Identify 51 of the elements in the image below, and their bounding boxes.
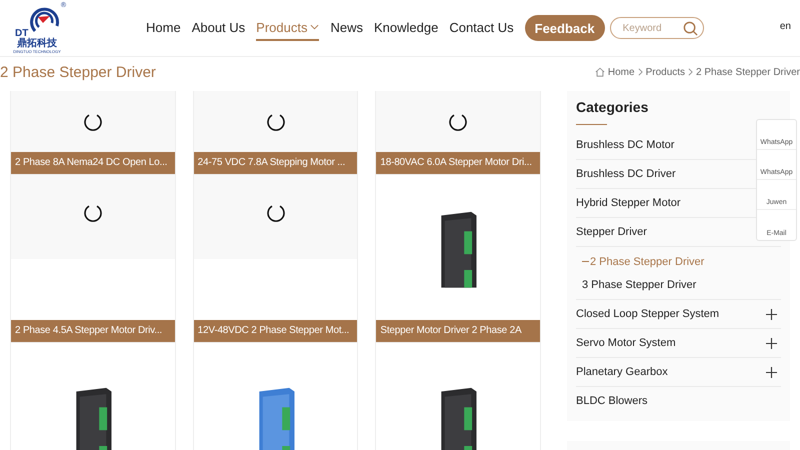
loading-spinner-icon [82, 112, 103, 132]
nav-link[interactable]: About Us [192, 16, 246, 40]
product-title[interactable]: 18-80VAC 6.0A Stepper Motor Dri... [376, 152, 540, 174]
chevron-icon [688, 68, 694, 76]
language-selector[interactable]: en [780, 20, 791, 32]
page-title: 2 Phase Stepper Driver [0, 64, 156, 80]
category-link[interactable]: Brushless DC Motor [576, 139, 674, 151]
product-card[interactable]: 12V-48VDC 2 Phase Stepper Mot... [192, 175, 358, 343]
loading-spinner-icon [448, 112, 468, 132]
search-field[interactable]: Keyword [610, 17, 704, 39]
loading-spinner-icon [82, 203, 103, 223]
product-card[interactable]: 2 Phase 8A Nema24 DC Open Lo... [10, 91, 176, 175]
product-card[interactable]: 18-80VAC 6.0A Stepper Motor Dri... [375, 91, 542, 175]
category-link[interactable]: BLDC Blowers [576, 395, 648, 407]
breadcrumb-link[interactable]: Home [608, 66, 635, 78]
product-title[interactable]: 24-75 VDC 7.8A Stepping Motor ... [194, 152, 358, 174]
loading-spinner-icon [266, 112, 286, 132]
categories-heading: Categories [576, 98, 650, 115]
category-link[interactable]: Brushless DC Driver [576, 168, 676, 180]
category-link[interactable]: Stepper Driver [576, 226, 647, 238]
product-card[interactable] [375, 343, 542, 450]
loading-spinner-icon [266, 203, 286, 223]
logo-chinese-name: 鼎拓科技 [17, 38, 57, 49]
expand-icon[interactable] [766, 308, 777, 320]
breadcrumb-link[interactable]: 2 Phase Stepper Driver [696, 66, 800, 78]
category-link[interactable]: Closed Loop Stepper System [576, 308, 720, 320]
feedback-button[interactable]: Feedback [524, 15, 605, 41]
subcategory-link[interactable]: 3 Phase Stepper Driver [582, 276, 781, 293]
expand-icon[interactable] [766, 366, 777, 378]
nav-link[interactable]: News [330, 16, 363, 40]
nav-link[interactable]: Knowledge [374, 16, 438, 40]
nav-link[interactable]: Products [256, 16, 320, 40]
category-link[interactable]: Planetary Gearbox [576, 366, 668, 378]
breadcrumb-link[interactable]: Products [646, 66, 686, 78]
home-icon [594, 67, 605, 77]
product-title[interactable]: 2 Phase 4.5A Stepper Motor Driv... [11, 320, 175, 342]
nav-link[interactable]: Contact Us [449, 16, 514, 40]
nav-link[interactable]: Home [146, 16, 181, 40]
product-card[interactable] [10, 343, 176, 450]
product-title[interactable]: Stepper Motor Driver 2 Phase 2A [376, 320, 540, 342]
category-link[interactable]: Hybrid Stepper Motor [576, 197, 681, 209]
expand-icon[interactable] [766, 338, 777, 348]
product-title[interactable]: 2 Phase 8A Nema24 DC Open Lo... [11, 152, 175, 174]
product-title[interactable]: 12V-48VDC 2 Phase Stepper Mot... [194, 320, 358, 342]
product-card[interactable]: Stepper Motor Driver 2 Phase 2A [375, 175, 542, 343]
search-icon[interactable] [682, 21, 698, 36]
product-card[interactable]: 2 Phase 4.5A Stepper Motor Driv... [10, 175, 176, 343]
product-card[interactable]: 24-75 VDC 7.8A Stepping Motor ... [192, 91, 358, 175]
subcategory-link[interactable]: 2 Phase Stepper Driver [582, 253, 781, 270]
chevron-icon [638, 68, 643, 76]
category-link[interactable]: Servo Motor System [576, 337, 676, 349]
